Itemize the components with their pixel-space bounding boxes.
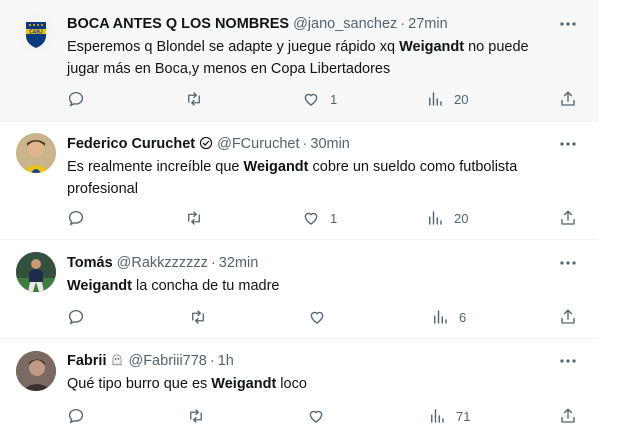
reply-icon [68,210,84,226]
separator: · [209,353,215,369]
like-icon [309,410,323,423]
retweet-icon [188,92,200,106]
mention-highlight: Weigandt [211,376,277,392]
views-button[interactable]: 20 [426,89,468,109]
separator: · [210,255,216,271]
tweet[interactable]: Federico Curuchet @FCuruchet · 30min Es rea… [0,122,598,239]
tweet-text: Es realmente increíble que Weigandt cobr… [67,159,518,197]
like-icon [304,93,318,106]
like-button[interactable]: 1 [302,208,337,228]
like-button[interactable] [308,307,336,327]
person-photo-icon [16,252,56,292]
svg-text:CABJ: CABJ [29,30,43,36]
views-button[interactable]: 71 [428,406,470,426]
retweet-icon [190,409,202,423]
reply-button[interactable] [67,307,95,327]
reply-icon [68,309,84,325]
reply-button[interactable] [67,89,95,109]
share-icon [561,309,575,324]
reply-icon [68,91,84,107]
tweet[interactable]: CABJ BOCA ANTES Q LOS NOMBRES @jano_sanch… [0,0,598,121]
person-photo-icon [16,133,56,173]
avatar[interactable] [16,133,56,173]
avatar[interactable] [16,351,56,391]
user-handle[interactable]: @Fabriii778 [128,353,206,369]
retweet-button[interactable] [188,307,218,327]
avatar[interactable]: CABJ [16,14,56,54]
mention-highlight: Weigandt [243,159,309,175]
tweet-actions: 1 20 [67,89,585,109]
more-icon[interactable] [558,351,578,371]
share-icon [561,210,575,225]
display-name[interactable]: Tomás [67,255,113,271]
retweet-icon [188,211,200,225]
share-icon [561,408,575,423]
reply-icon [68,408,84,424]
reply-button[interactable] [67,406,95,426]
share-button[interactable] [559,208,577,228]
views-icon [434,310,447,324]
timestamp[interactable]: 27min [408,16,448,32]
avatar[interactable] [16,252,56,292]
display-name[interactable]: Federico Curuchet [67,136,195,152]
mention-highlight: Weigandt [399,39,465,55]
user-handle[interactable]: @FCuruchet [217,136,299,152]
more-icon[interactable] [558,134,578,154]
display-name[interactable]: BOCA ANTES Q LOS NOMBRES [67,16,289,32]
views-icon [429,92,442,106]
tweet-actions: 1 20 [67,208,585,228]
person-photo-icon [16,351,56,391]
retweet-icon [192,310,204,324]
tweet[interactable]: Tomás @Rakkzzzzzz · 32min Weigandt la conch… [0,240,598,338]
timestamp[interactable]: 30min [310,136,350,152]
more-icon[interactable] [558,253,578,273]
share-button[interactable] [559,307,577,327]
timestamp[interactable]: 32min [219,255,259,271]
display-name[interactable]: Fabrii [67,353,106,369]
share-icon [561,91,575,106]
tweet-text: Esperemos q Blondel se adapte y juegue r… [67,39,529,77]
retweet-button[interactable] [184,89,214,109]
tweet-text: Weigandt la concha de tu madre [67,278,280,294]
share-button[interactable] [559,406,577,426]
tweet-text: Qué tipo burro que es Weigandt loco [67,376,307,392]
timestamp[interactable]: 1h [218,353,234,369]
tweet-header: BOCA ANTES Q LOS NOMBRES @jano_sanchez · 27… [67,14,554,34]
user-handle[interactable]: @jano_sanchez [293,16,397,32]
user-handle[interactable]: @Rakkzzzzzz [117,255,208,271]
more-icon[interactable] [558,14,578,34]
like-button[interactable]: 1 [302,89,337,109]
share-button[interactable] [559,89,577,109]
tweet-actions: 71 [67,406,585,426]
views-icon [431,409,444,423]
reply-button[interactable] [67,208,95,228]
retweet-button[interactable] [184,208,214,228]
tweet-header: Fabrii @Fabriii778 · 1h [67,351,554,371]
tweet-feed: CABJ BOCA ANTES Q LOS NOMBRES @jano_sanch… [0,0,598,439]
like-icon [304,212,318,225]
like-icon [310,311,324,324]
tweet[interactable]: Fabrii @Fabriii778 · 1h Qué tipo burro que … [0,339,598,439]
boca-crest-icon: CABJ [26,22,46,48]
separator: · [400,16,406,32]
retweet-button[interactable] [186,406,216,426]
separator: · [302,136,308,152]
tweet-header: Tomás @Rakkzzzzzz · 32min [67,253,554,273]
views-button[interactable]: 6 [431,307,466,327]
like-button[interactable] [307,406,335,426]
views-icon [429,211,442,225]
tweet-header: Federico Curuchet @FCuruchet · 30min [67,134,554,154]
ghost-emoji-icon [110,353,124,373]
tweet-actions: 6 [67,307,585,327]
views-button[interactable]: 20 [426,208,468,228]
verified-badge-icon [199,136,213,156]
mention-highlight: Weigandt [67,278,132,294]
